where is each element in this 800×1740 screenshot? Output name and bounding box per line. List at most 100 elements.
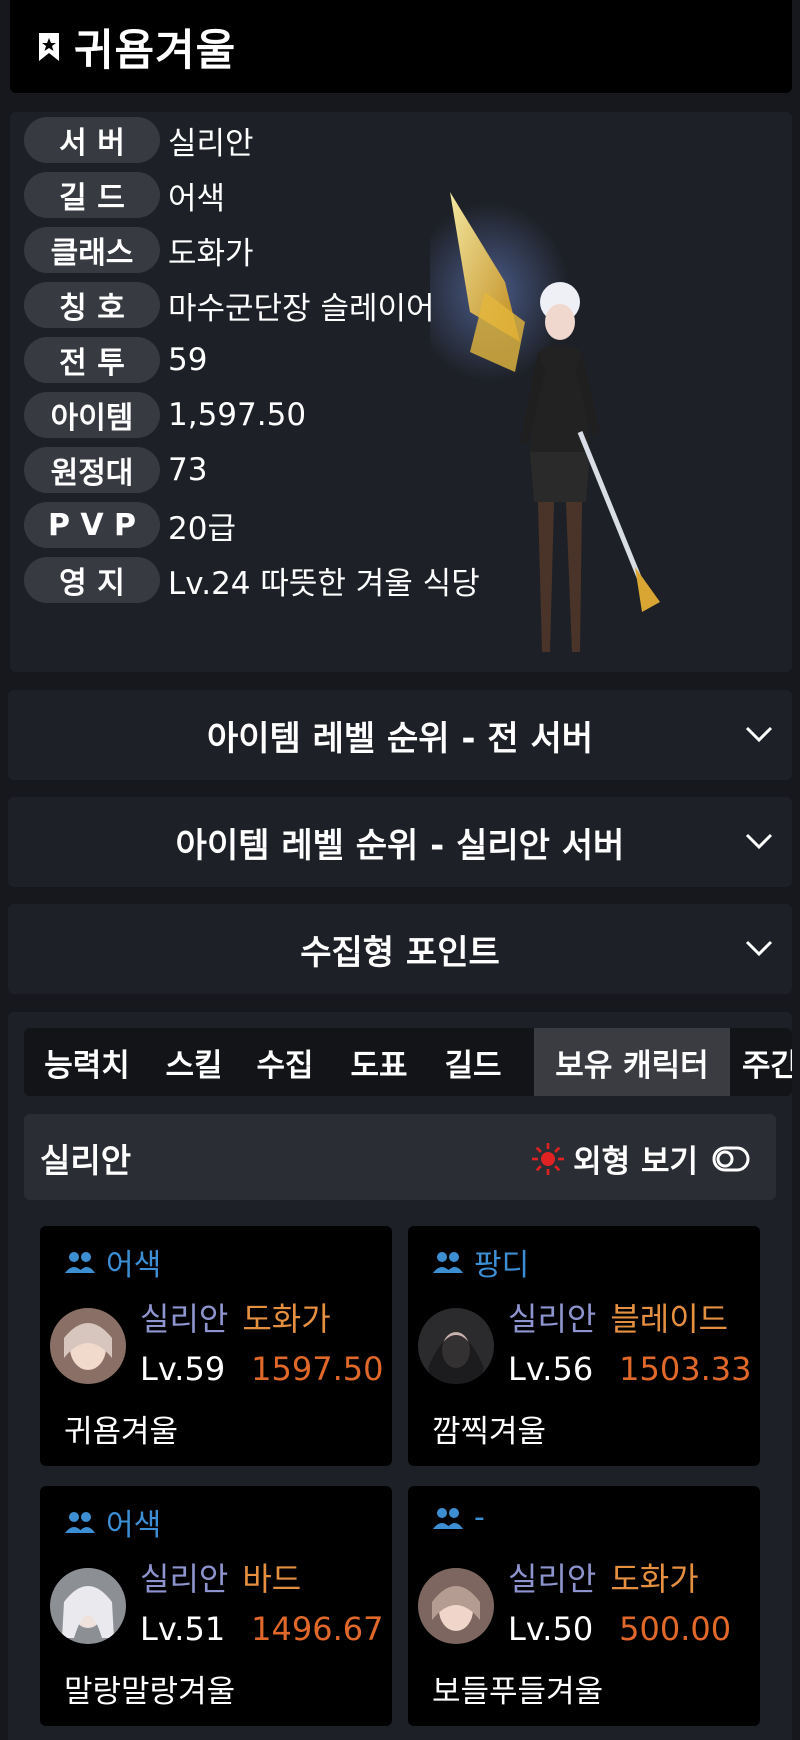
info-value: Lv.24 따뜻한 겨울 식당 (168, 565, 480, 602)
tab-collection[interactable]: 수집 (238, 1028, 332, 1096)
info-label: 아이템 (24, 392, 160, 438)
guild-info: 어색 (64, 1240, 161, 1284)
item-level: 1597.50 (251, 1350, 384, 1388)
character-class: 블레이드 (610, 1300, 729, 1338)
guild-info: - (432, 1500, 485, 1535)
character-meta: 실리안 바드 (140, 1554, 301, 1600)
guild-name: - (474, 1500, 485, 1535)
chevron-down-icon (745, 833, 773, 850)
info-row-guild: 길 드 어색 (24, 171, 225, 219)
accordion-rank-all-servers[interactable]: 아이템 레벨 순위 - 전 서버 (8, 690, 792, 780)
accordion-title: 아이템 레벨 순위 - 실리안 서버 (175, 825, 625, 866)
chevron-down-icon (745, 726, 773, 743)
character-class: 바드 (242, 1560, 302, 1598)
guild-info: 어색 (64, 1500, 161, 1544)
info-value: 마수군단장 슬레이어 (168, 290, 435, 327)
info-row-expedition: 원정대 73 (24, 446, 207, 494)
info-value: 73 (168, 452, 208, 488)
character-portrait (50, 1308, 126, 1384)
appearance-toggle[interactable]: 외형 보기 (531, 1136, 750, 1181)
character-server: 실리안 (140, 1300, 229, 1338)
info-value: 실리안 (168, 125, 254, 162)
character-level: Lv.56 (508, 1350, 594, 1388)
info-label: 칭 호 (24, 282, 160, 328)
info-label: P V P (24, 502, 160, 548)
accordion-collection-points[interactable]: 수집형 포인트 (8, 904, 792, 994)
accordion-rank-server[interactable]: 아이템 레벨 순위 - 실리안 서버 (8, 797, 792, 887)
toggle-icon (712, 1146, 750, 1171)
guild-info: 팡디 (432, 1240, 529, 1284)
character-title: 귀욤겨울 (74, 25, 237, 76)
info-value: 도화가 (168, 235, 254, 272)
item-level: 1496.67 (251, 1610, 384, 1648)
accordion-title: 수집형 포인트 (300, 932, 500, 973)
character-portrait (418, 1568, 494, 1644)
character-server: 실리안 (508, 1300, 597, 1338)
people-icon (433, 1252, 463, 1273)
item-level: 500.00 (619, 1610, 732, 1648)
people-icon (65, 1512, 95, 1533)
guild-name: 팡디 (474, 1248, 530, 1283)
people-icon (433, 1507, 463, 1529)
info-label: 클래스 (24, 227, 160, 273)
info-label: 길 드 (24, 172, 160, 218)
info-label: 서 버 (24, 117, 160, 163)
character-name: 귀욤겨울 (64, 1414, 179, 1450)
profile-panel: 서 버 실리안 길 드 어색 클래스 도화가 칭 호 마수군단장 슬레이어 전 … (10, 112, 792, 672)
appearance-label: 외형 보기 (573, 1144, 698, 1180)
character-list-panel: 능력치 스킬 수집 도표 길드 보유 캐릭터 주간 실리안 외형 보기 어색 실… (8, 1012, 792, 1740)
character-meta: 실리안 도화가 (140, 1294, 331, 1340)
character-card[interactable]: - 실리안 도화가 Lv.50 500.00 보들푸들겨울 (408, 1486, 760, 1726)
character-name: 깜찍겨울 (432, 1414, 547, 1450)
character-meta: 실리안 도화가 (508, 1554, 699, 1600)
tab-owned-characters[interactable]: 보유 캐릭터 (534, 1028, 730, 1096)
info-row-title: 칭 호 마수군단장 슬레이어 (24, 281, 435, 329)
tab-skills[interactable]: 스킬 (150, 1028, 238, 1096)
sun-icon (532, 1142, 565, 1175)
character-level: Lv.51 (140, 1610, 226, 1648)
character-class: 도화가 (242, 1300, 331, 1338)
guild-name: 어색 (106, 1508, 162, 1543)
server-bar: 실리안 외형 보기 (24, 1114, 776, 1200)
character-levels: Lv.50 500.00 (508, 1610, 731, 1648)
accordion-title: 아이템 레벨 순위 - 전 서버 (206, 718, 594, 759)
character-levels: Lv.51 1496.67 (140, 1610, 384, 1648)
people-icon (65, 1252, 95, 1273)
guild-name: 어색 (106, 1248, 162, 1283)
tab-charts[interactable]: 도표 (332, 1028, 426, 1096)
page-header: 귀욤겨울 (10, 0, 792, 93)
tab-bar: 능력치 스킬 수집 도표 길드 보유 캐릭터 주간 (24, 1028, 792, 1096)
tab-stats[interactable]: 능력치 (24, 1028, 150, 1096)
info-label: 영 지 (24, 557, 160, 603)
character-server: 실리안 (508, 1560, 597, 1598)
info-value: 20급 (168, 510, 236, 547)
character-card[interactable]: 팡디 실리안 블레이드 Lv.56 1503.33 깜찍겨울 (408, 1226, 760, 1466)
tab-guild[interactable]: 길드 (426, 1028, 520, 1096)
character-name: 말랑말랑겨울 (64, 1674, 236, 1710)
character-portrait (50, 1568, 126, 1644)
tab-weekly[interactable]: 주간 (742, 1028, 792, 1096)
info-row-pvp: P V P 20급 (24, 501, 236, 549)
character-card[interactable]: 어색 실리안 바드 Lv.51 1496.67 말랑말랑겨울 (40, 1486, 392, 1726)
info-value: 1,597.50 (168, 397, 307, 433)
info-row-server: 서 버 실리안 (24, 116, 254, 164)
chevron-down-icon (745, 940, 773, 957)
character-class: 도화가 (610, 1560, 699, 1598)
info-row-class: 클래스 도화가 (24, 226, 254, 274)
character-levels: Lv.59 1597.50 (140, 1350, 384, 1388)
character-card[interactable]: 어색 실리안 도화가 Lv.59 1597.50 귀욤겨울 (40, 1226, 392, 1466)
info-label: 원정대 (24, 447, 160, 493)
character-portrait (418, 1308, 494, 1384)
character-level: Lv.59 (140, 1350, 226, 1388)
info-row-item: 아이템 1,597.50 (24, 391, 306, 439)
info-label: 전 투 (24, 337, 160, 383)
info-value: 59 (168, 342, 208, 378)
character-level: Lv.50 (508, 1610, 594, 1648)
character-levels: Lv.56 1503.33 (508, 1350, 752, 1388)
info-row-estate: 영 지 Lv.24 따뜻한 겨울 식당 (24, 556, 480, 604)
bookmark-icon[interactable] (38, 32, 60, 62)
info-value: 어색 (168, 180, 226, 217)
character-meta: 실리안 블레이드 (508, 1294, 728, 1340)
server-name: 실리안 (40, 1141, 132, 1180)
item-level: 1503.33 (619, 1350, 752, 1388)
